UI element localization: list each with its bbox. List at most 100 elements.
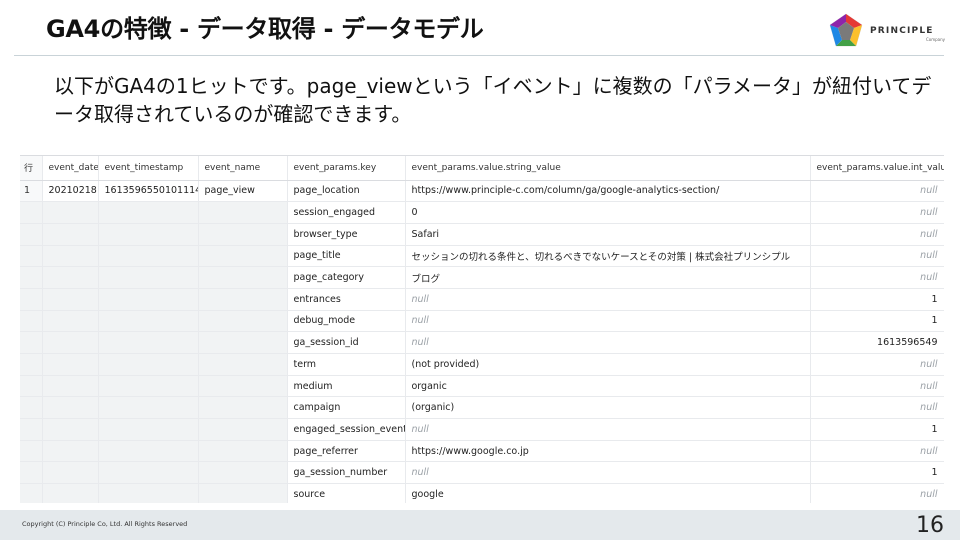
params-key-cell: campaign — [287, 396, 406, 420]
table-row[interactable]: ga_session_id null 1613596549 — [20, 331, 944, 354]
pentagon-logo-icon — [829, 13, 863, 47]
string-value-cell: https://www.principle-c.com/column/ga/go… — [405, 180, 811, 203]
slide-title: GA4の特徴 - データ取得 - データモデル — [46, 15, 484, 43]
string-value-cell: null — [405, 331, 811, 354]
header-event-timestamp[interactable]: event_timestamp — [98, 156, 199, 181]
event-date-cell — [42, 245, 99, 268]
event-date-cell — [42, 310, 99, 333]
row-number-cell — [20, 223, 43, 246]
event-date-cell — [42, 396, 99, 420]
header-string-value[interactable]: event_params.value.string_value — [405, 156, 811, 181]
row-number-cell — [20, 440, 43, 463]
row-number-cell — [20, 331, 43, 354]
event-timestamp-cell — [98, 396, 199, 420]
event-name-cell — [198, 418, 288, 441]
event-date-cell — [42, 440, 99, 463]
params-key-cell: browser_type — [287, 223, 406, 246]
table-row[interactable]: engaged_session_event null 1 — [20, 418, 944, 441]
params-key-cell: page_title — [287, 245, 406, 268]
params-key-cell: debug_mode — [287, 310, 406, 333]
event-name-cell — [198, 245, 288, 268]
logo-wordmark: PRINCIPLE — [870, 26, 934, 36]
int-value-cell: null — [810, 223, 944, 246]
string-value-cell: ブログ — [405, 266, 811, 289]
string-value-cell: https://www.google.co.jp — [405, 440, 811, 463]
int-value-cell: null — [810, 201, 944, 224]
row-number-cell — [20, 288, 43, 311]
row-number-cell — [20, 375, 43, 398]
string-value-cell: Safari — [405, 223, 811, 246]
int-value-cell: 1613596549 — [810, 331, 944, 354]
event-timestamp-cell — [98, 375, 199, 398]
event-timestamp-cell — [98, 461, 199, 485]
event-timestamp-cell — [98, 310, 199, 333]
event-name-cell — [198, 266, 288, 289]
row-number-cell — [20, 201, 43, 224]
event-name-cell — [198, 288, 288, 311]
table-row[interactable]: page_title セッションの切れる条件と、切れるべきでないケースとその対策 … — [20, 245, 944, 268]
copyright-text: Copyright (C) Principle Co, Ltd. All Rig… — [22, 520, 188, 528]
table-row[interactable]: medium organic null — [20, 375, 944, 398]
table-row[interactable]: debug_mode null 1 — [20, 310, 944, 333]
params-key-cell: ga_session_number — [287, 461, 406, 485]
event-timestamp-cell — [98, 266, 199, 289]
string-value-cell: 0 — [405, 201, 811, 224]
event-date-cell — [42, 331, 99, 354]
int-value-cell: null — [810, 396, 944, 420]
event-date-cell — [42, 201, 99, 224]
table-row[interactable]: browser_type Safari null — [20, 223, 944, 246]
event-date-cell — [42, 418, 99, 441]
event-name-cell — [198, 461, 288, 485]
string-value-cell: (organic) — [405, 396, 811, 420]
row-number-cell: 1 — [20, 180, 43, 203]
event-timestamp-cell — [98, 201, 199, 224]
string-value-cell: null — [405, 288, 811, 311]
query-results-table[interactable]: 行 event_date event_timestamp event_name … — [20, 155, 944, 503]
table-row[interactable]: entrances null 1 — [20, 288, 944, 311]
event-name-cell — [198, 440, 288, 463]
event-date-cell — [42, 483, 99, 503]
header-int-value[interactable]: event_params.value.int_value — [810, 156, 944, 181]
string-value-cell: null — [405, 310, 811, 333]
logo-subtitle: Company — [926, 37, 946, 42]
table-row[interactable]: page_referrer https://www.google.co.jp nul… — [20, 440, 944, 463]
table-header-row: 行 event_date event_timestamp event_name … — [20, 156, 944, 181]
header-params-key[interactable]: event_params.key — [287, 156, 406, 181]
params-key-cell: page_referrer — [287, 440, 406, 463]
params-key-cell: session_engaged — [287, 201, 406, 224]
string-value-cell: セッションの切れる条件と、切れるべきでないケースとその対策 | 株式会社プリンシ… — [405, 245, 811, 268]
table-row[interactable]: session_engaged 0 null — [20, 201, 944, 224]
table-row[interactable]: source google null — [20, 483, 944, 503]
header-row-number: 行 — [20, 156, 43, 181]
table-row[interactable]: page_category ブログ null — [20, 266, 944, 289]
row-number-cell — [20, 310, 43, 333]
table-row[interactable]: term (not provided) null — [20, 353, 944, 376]
header-event-name[interactable]: event_name — [198, 156, 288, 181]
header-event-date[interactable]: event_date — [42, 156, 99, 181]
int-value-cell: null — [810, 180, 944, 203]
string-value-cell: google — [405, 483, 811, 503]
int-value-cell: 1 — [810, 310, 944, 333]
event-date-cell — [42, 353, 99, 376]
table-row[interactable]: 1 20210218 1613596550101114 page_view page_l… — [20, 180, 944, 203]
table-row[interactable]: campaign (organic) null — [20, 396, 944, 420]
event-timestamp-cell — [98, 245, 199, 268]
company-logo: PRINCIPLE Company — [828, 12, 948, 52]
event-date-cell — [42, 288, 99, 311]
event-name-cell: page_view — [198, 180, 288, 203]
event-date-cell — [42, 223, 99, 246]
params-key-cell: page_category — [287, 266, 406, 289]
row-number-cell — [20, 418, 43, 441]
row-number-cell — [20, 461, 43, 485]
event-name-cell — [198, 223, 288, 246]
int-value-cell: null — [810, 375, 944, 398]
params-key-cell: source — [287, 483, 406, 503]
int-value-cell: null — [810, 245, 944, 268]
event-timestamp-cell — [98, 288, 199, 311]
row-number-cell — [20, 245, 43, 268]
row-number-cell — [20, 483, 43, 503]
event-name-cell — [198, 331, 288, 354]
event-date-cell — [42, 266, 99, 289]
int-value-cell: 1 — [810, 288, 944, 311]
table-row[interactable]: ga_session_number null 1 — [20, 461, 944, 485]
